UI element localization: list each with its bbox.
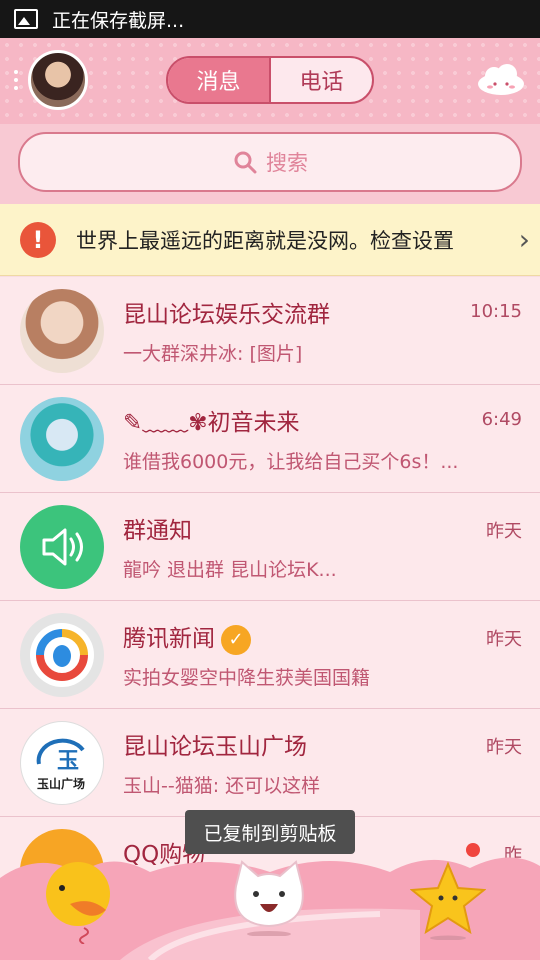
search-placeholder: 搜索	[266, 151, 308, 175]
conversation-preview: 一大群深井冰: [图片]	[123, 343, 303, 365]
conversation-preview: 玉山--猫猫: 还可以这样	[123, 775, 321, 797]
top-header: 消息 电话	[0, 38, 540, 124]
yushan-square-logo: 玉 玉山广场	[20, 721, 104, 805]
conversation-time: 6:49	[481, 409, 522, 430]
conversation-name: 腾讯新闻 ✓	[123, 619, 251, 655]
duck-icon[interactable]	[40, 854, 120, 944]
toast-copied: 已复制到剪贴板	[185, 810, 355, 854]
chevron-right-icon: ›	[518, 223, 530, 256]
conversation-name-text: 腾讯新闻	[123, 626, 215, 652]
conversation-time: 10:15	[470, 301, 522, 322]
conversation-preview: 谁借我6000元，让我给自己买个6s！...	[123, 451, 459, 473]
conversation-row[interactable]: 群通知 昨天 龍吟 退出群 昆山论坛K...	[0, 493, 540, 601]
tab-calls[interactable]: 电话	[271, 58, 372, 102]
star-icon[interactable]	[410, 860, 486, 940]
network-notice[interactable]: ! 世界上最遥远的距离就是没网。检查设置 ›	[0, 204, 540, 276]
conversation-name: 群通知	[123, 518, 192, 544]
conversation-preview: 龍吟 退出群 昆山论坛K...	[123, 559, 337, 581]
unread-dot	[466, 843, 480, 857]
search-icon	[234, 151, 257, 174]
search-area: 搜索	[0, 124, 540, 204]
conversation-row[interactable]: 玉 玉山广场 昆山论坛玉山广场 昨天 玉山--猫猫: 还可以这样	[0, 709, 540, 817]
avatar	[20, 397, 104, 481]
conversation-time: 昨天	[486, 629, 522, 650]
search-input[interactable]: 搜索	[18, 132, 522, 192]
menu-dots-icon[interactable]	[14, 70, 20, 94]
conversation-time: 昨天	[486, 737, 522, 758]
image-icon	[14, 9, 38, 29]
conversation-time: 昨天	[486, 521, 522, 542]
warning-icon: !	[20, 221, 56, 258]
speaker-icon	[20, 505, 104, 589]
tab-switcher: 消息 电话	[166, 56, 374, 104]
conversation-name: ✎﹏﹏✾初音未来	[123, 410, 300, 436]
user-avatar[interactable]	[28, 50, 88, 110]
status-text: 正在保存截屏...	[52, 9, 185, 32]
mascot-icon[interactable]	[228, 856, 310, 936]
bottom-tab-bar	[0, 848, 540, 960]
conversation-preview: 实拍女婴空中降生获美国国籍	[123, 667, 371, 689]
verified-badge-icon: ✓	[221, 624, 251, 655]
tencent-news-logo-icon	[20, 613, 104, 697]
avatar-logo-char: 玉	[57, 749, 79, 774]
conversation-name: 昆山论坛娱乐交流群	[123, 302, 330, 328]
cloud-icon[interactable]	[476, 62, 526, 96]
tab-messages[interactable]: 消息	[168, 58, 271, 102]
notice-text: 世界上最遥远的距离就是没网。检查设置	[76, 228, 454, 253]
avatar-logo-caption: 玉山广场	[37, 776, 85, 791]
avatar	[20, 289, 104, 373]
conversation-row[interactable]: 昆山论坛娱乐交流群 10:15 一大群深井冰: [图片]	[0, 277, 540, 385]
conversation-row[interactable]: 腾讯新闻 ✓ 昨天 实拍女婴空中降生获美国国籍	[0, 601, 540, 709]
conversation-row[interactable]: ✎﹏﹏✾初音未来 6:49 谁借我6000元，让我给自己买个6s！...	[0, 385, 540, 493]
status-bar: 正在保存截屏...	[0, 0, 540, 38]
conversation-name: 昆山论坛玉山广场	[123, 734, 307, 760]
